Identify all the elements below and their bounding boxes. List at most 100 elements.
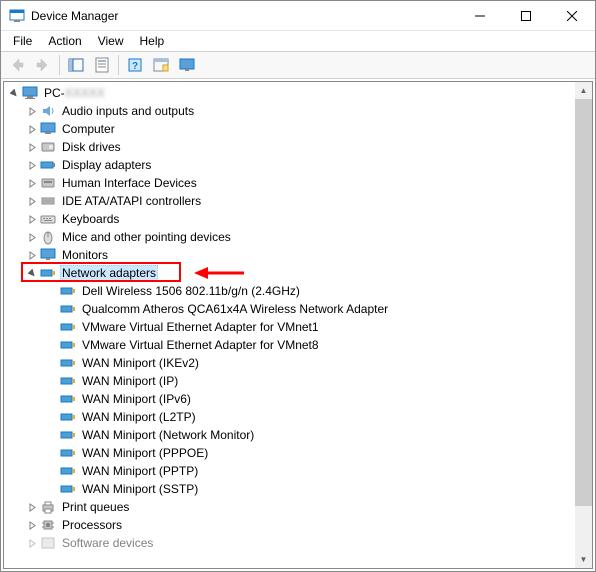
svg-text:?: ?	[132, 61, 138, 72]
expander-closed-icon[interactable]	[24, 121, 40, 137]
network-adapter-icon	[60, 481, 76, 497]
device-label: WAN Miniport (PPTP)	[80, 464, 200, 478]
titlebar: Device Manager	[1, 1, 595, 31]
display-adapter-icon	[40, 157, 56, 173]
minimize-button[interactable]	[457, 1, 503, 31]
network-adapter-icon	[60, 301, 76, 317]
scan-hardware-button[interactable]	[149, 53, 173, 77]
properties-button[interactable]	[90, 53, 114, 77]
expander-closed-icon[interactable]	[24, 229, 40, 245]
expander-closed-icon[interactable]	[24, 535, 40, 551]
expander-closed-icon[interactable]	[24, 247, 40, 263]
tree-category-ide[interactable]: IDE ATA/ATAPI controllers	[4, 192, 575, 210]
tree-category-print[interactable]: Print queues	[4, 498, 575, 516]
device-label: VMware Virtual Ethernet Adapter for VMne…	[80, 338, 321, 352]
expander-open-icon[interactable]	[6, 85, 22, 101]
monitor-button[interactable]	[175, 53, 199, 77]
tree-category-hid[interactable]: Human Interface Devices	[4, 174, 575, 192]
menu-view[interactable]: View	[90, 32, 132, 50]
toolbar-separator	[118, 55, 119, 75]
network-adapter-icon	[60, 391, 76, 407]
tree-category-processors[interactable]: Processors	[4, 516, 575, 534]
tree-device-node[interactable]: Dell Wireless 1506 802.11b/g/n (2.4GHz)	[4, 282, 575, 300]
network-adapter-icon	[60, 427, 76, 443]
tree-device-node[interactable]: WAN Miniport (Network Monitor)	[4, 426, 575, 444]
computer-icon	[22, 85, 38, 101]
network-adapter-icon	[60, 409, 76, 425]
vertical-scrollbar[interactable]: ▲ ▼	[575, 82, 592, 568]
expander-closed-icon[interactable]	[24, 157, 40, 173]
show-hide-console-button[interactable]	[64, 53, 88, 77]
expander-closed-icon[interactable]	[24, 139, 40, 155]
tree-device-node[interactable]: Qualcomm Atheros QCA61x4A Wireless Netwo…	[4, 300, 575, 318]
tree-device-node[interactable]: WAN Miniport (IPv6)	[4, 390, 575, 408]
expander-closed-icon[interactable]	[24, 499, 40, 515]
tree-device-node[interactable]: WAN Miniport (L2TP)	[4, 408, 575, 426]
mouse-icon	[40, 229, 56, 245]
category-label: Mice and other pointing devices	[60, 230, 233, 244]
network-adapter-icon	[60, 337, 76, 353]
app-icon	[9, 8, 25, 24]
tree-category-audio[interactable]: Audio inputs and outputs	[4, 102, 575, 120]
tree-device-node[interactable]: VMware Virtual Ethernet Adapter for VMne…	[4, 318, 575, 336]
forward-button[interactable]	[31, 53, 55, 77]
tree-category-mice[interactable]: Mice and other pointing devices	[4, 228, 575, 246]
keyboard-icon	[40, 211, 56, 227]
expander-open-icon[interactable]	[24, 265, 40, 281]
device-label: Qualcomm Atheros QCA61x4A Wireless Netwo…	[80, 302, 390, 316]
expander-closed-icon[interactable]	[24, 193, 40, 209]
menu-file[interactable]: File	[5, 32, 40, 50]
category-label: Network adapters	[60, 265, 158, 281]
menu-action[interactable]: Action	[40, 32, 89, 50]
expander-closed-icon[interactable]	[24, 175, 40, 191]
category-label: Disk drives	[60, 140, 123, 154]
category-label: Processors	[60, 518, 124, 532]
tree-device-node[interactable]: WAN Miniport (IP)	[4, 372, 575, 390]
tree-category-display[interactable]: Display adapters	[4, 156, 575, 174]
tree-device-node[interactable]: WAN Miniport (IKEv2)	[4, 354, 575, 372]
tree-category-keyboards[interactable]: Keyboards	[4, 210, 575, 228]
expander-closed-icon[interactable]	[24, 211, 40, 227]
scroll-thumb[interactable]	[575, 99, 592, 506]
menubar: File Action View Help	[1, 31, 595, 51]
cpu-icon	[40, 517, 56, 533]
tree-device-node[interactable]: WAN Miniport (PPPOE)	[4, 444, 575, 462]
computer-icon	[40, 121, 56, 137]
device-label: WAN Miniport (PPPOE)	[80, 446, 210, 460]
device-label: WAN Miniport (L2TP)	[80, 410, 198, 424]
tree-category-monitors[interactable]: Monitors	[4, 246, 575, 264]
device-label: WAN Miniport (SSTP)	[80, 482, 200, 496]
category-label: Audio inputs and outputs	[60, 104, 196, 118]
network-adapter-icon	[60, 355, 76, 371]
tree-category-network[interactable]: Network adapters	[4, 264, 575, 282]
category-label: Display adapters	[60, 158, 153, 172]
tree-device-node[interactable]: WAN Miniport (PPTP)	[4, 462, 575, 480]
tree-category-disk[interactable]: Disk drives	[4, 138, 575, 156]
printer-icon	[40, 499, 56, 515]
menu-help[interactable]: Help	[132, 32, 173, 50]
expander-closed-icon[interactable]	[24, 517, 40, 533]
monitor-icon	[40, 247, 56, 263]
close-button[interactable]	[549, 1, 595, 31]
help-button[interactable]: ?	[123, 53, 147, 77]
device-label: WAN Miniport (IP)	[80, 374, 180, 388]
tree-category-computer[interactable]: Computer	[4, 120, 575, 138]
back-button[interactable]	[5, 53, 29, 77]
tree-container: PC-XXXXX Audio inputs and outputs Comput…	[3, 81, 593, 569]
window-title: Device Manager	[31, 9, 118, 23]
tree-root-node[interactable]: PC-XXXXX	[4, 84, 575, 102]
tree-device-node[interactable]: WAN Miniport (SSTP)	[4, 480, 575, 498]
device-tree[interactable]: PC-XXXXX Audio inputs and outputs Comput…	[4, 82, 575, 568]
category-label: Monitors	[60, 248, 110, 262]
expander-closed-icon[interactable]	[24, 103, 40, 119]
maximize-button[interactable]	[503, 1, 549, 31]
category-label: Print queues	[60, 500, 131, 514]
scroll-up-button[interactable]: ▲	[575, 82, 592, 99]
toolbar-separator	[59, 55, 60, 75]
scroll-track[interactable]	[575, 99, 592, 551]
network-adapter-icon	[60, 373, 76, 389]
disk-icon	[40, 139, 56, 155]
tree-device-node[interactable]: VMware Virtual Ethernet Adapter for VMne…	[4, 336, 575, 354]
scroll-down-button[interactable]: ▼	[575, 551, 592, 568]
tree-category-software[interactable]: Software devices	[4, 534, 575, 552]
